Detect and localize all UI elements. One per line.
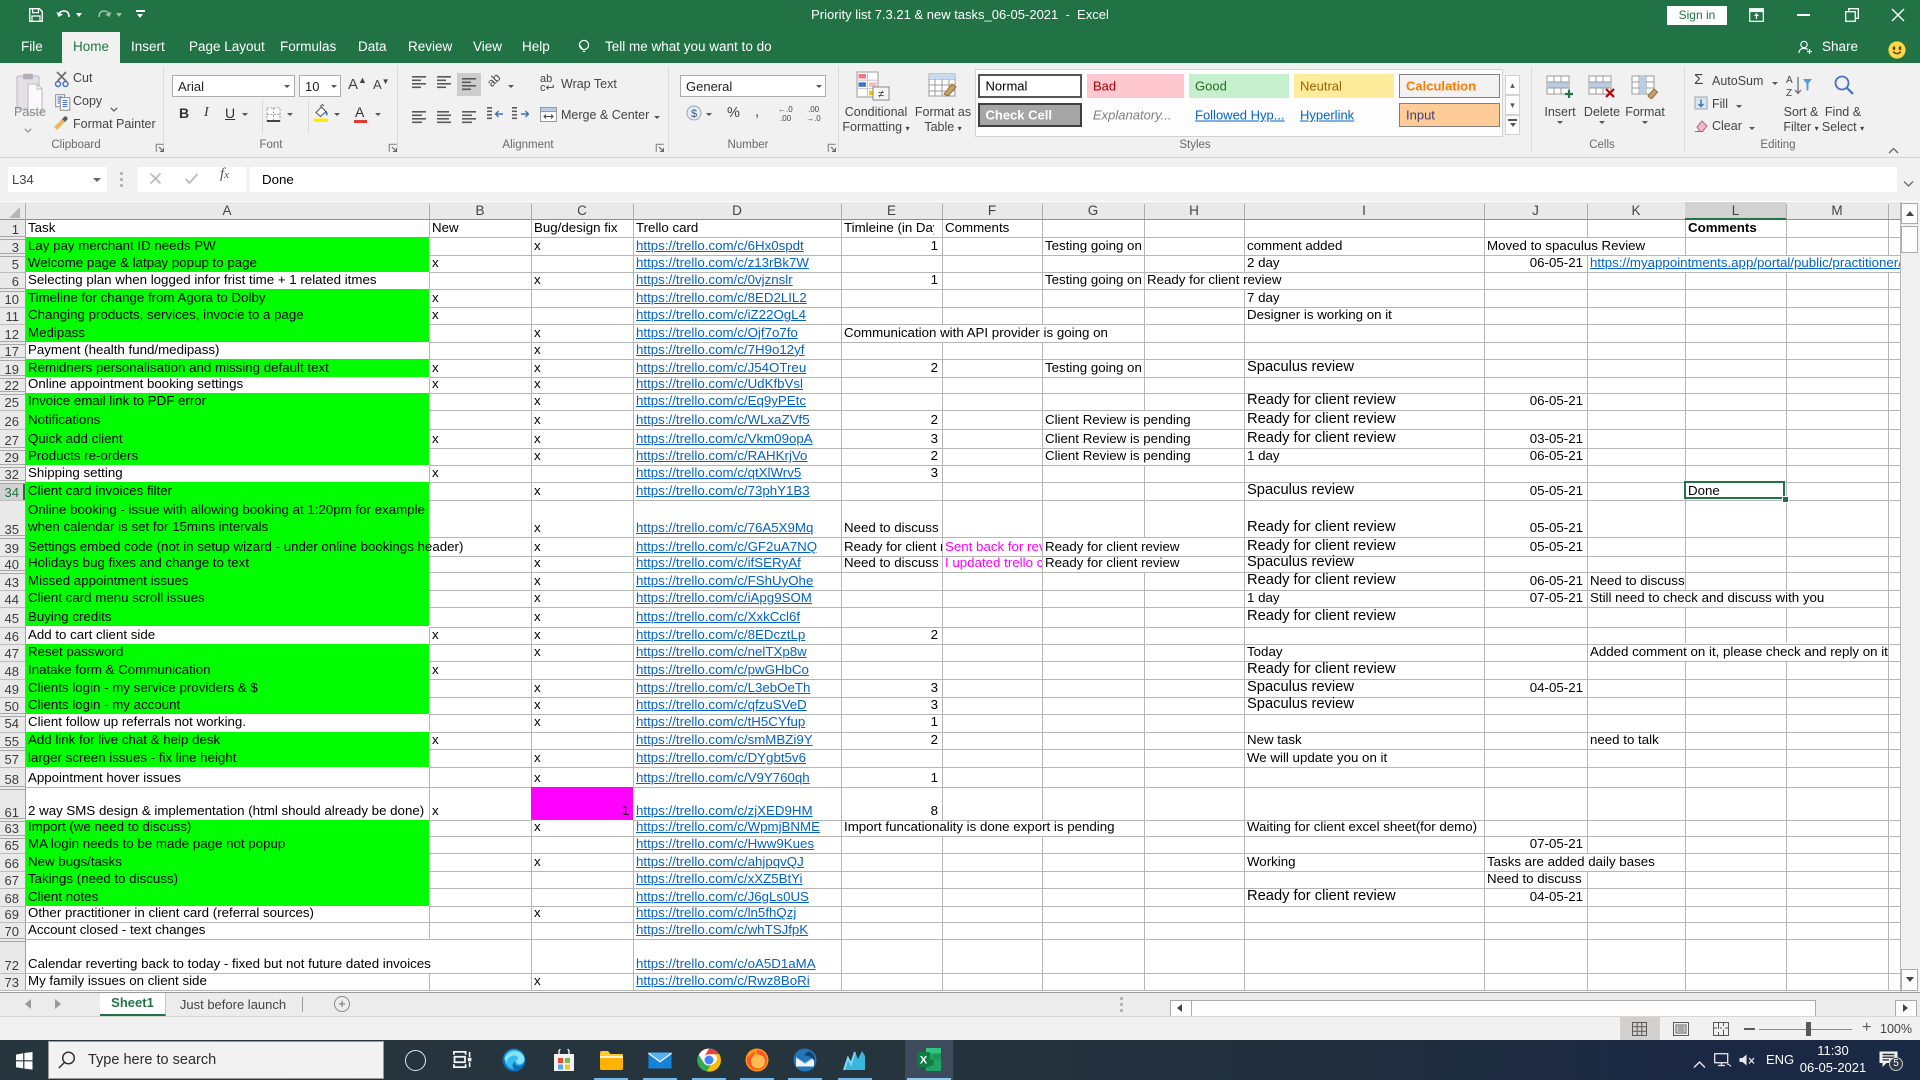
svg-text:Z: Z xyxy=(1786,88,1792,99)
svg-text:.00: .00 xyxy=(780,114,792,123)
svg-text:X: X xyxy=(920,1055,928,1067)
svg-text:$: $ xyxy=(691,108,697,120)
svg-text:←.0: ←.0 xyxy=(778,105,793,114)
svg-text:→.0: →.0 xyxy=(806,114,821,123)
svg-text:.00: .00 xyxy=(808,105,820,114)
svg-text:A: A xyxy=(1786,75,1793,86)
svg-text:≠: ≠ xyxy=(878,89,884,101)
